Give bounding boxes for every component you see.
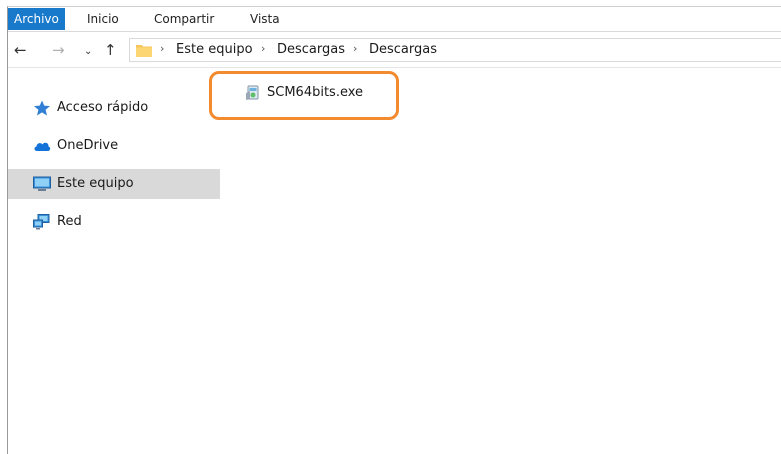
sidebar-item-este-equipo[interactable]: Este equipo: [8, 169, 220, 199]
file-name: SCM64bits.exe: [267, 85, 364, 100]
installer-icon: [246, 85, 259, 100]
tab-compartir[interactable]: Compartir: [154, 9, 214, 29]
cloud-icon: [34, 142, 51, 151]
file-explorer-window: Archivo Inicio Compartir Vista ← → ⌄ ↑ ›…: [7, 6, 781, 454]
forward-arrow-icon[interactable]: →: [52, 41, 65, 59]
folder-icon: [136, 45, 152, 57]
address-bar[interactable]: › Este equipo › Descargas › Descargas: [129, 38, 781, 62]
ribbon-divider: [8, 31, 781, 32]
sidebar-item-label: Red: [57, 214, 82, 229]
breadcrumb-descargas[interactable]: Descargas: [277, 42, 345, 57]
recent-locations-chevron-icon[interactable]: ⌄: [84, 43, 92, 61]
breadcrumb-descargas-current[interactable]: Descargas: [369, 42, 437, 57]
sidebar-item-label: Este equipo: [57, 176, 134, 191]
back-arrow-icon[interactable]: ←: [14, 41, 27, 59]
navigation-bar: ← → ⌄ ↑ › Este equipo › Descargas › Desc…: [8, 35, 781, 65]
breadcrumb-separator-icon: ›: [160, 42, 165, 55]
tab-vista[interactable]: Vista: [250, 9, 280, 29]
sidebar-item-label: Acceso rápido: [57, 100, 149, 115]
up-arrow-icon[interactable]: ↑: [104, 41, 117, 59]
network-icon: [33, 214, 50, 230]
breadcrumb-este-equipo[interactable]: Este equipo: [176, 42, 253, 57]
sidebar-item-acceso-rapido[interactable]: Acceso rápido: [8, 93, 220, 123]
breadcrumb-separator-icon: ›: [261, 42, 266, 55]
navigation-divider: [8, 67, 781, 68]
computer-icon: [33, 176, 51, 191]
star-icon: [34, 100, 50, 116]
sidebar-item-onedrive[interactable]: OneDrive: [8, 131, 220, 161]
navigation-pane: Acceso rápido OneDrive Este equipo Red: [8, 87, 220, 267]
tab-archivo[interactable]: Archivo: [8, 8, 65, 30]
ribbon-tabs: Archivo Inicio Compartir Vista: [8, 7, 781, 31]
sidebar-item-label: OneDrive: [57, 138, 119, 153]
breadcrumb-separator-icon: ›: [353, 42, 358, 55]
tab-inicio[interactable]: Inicio: [87, 9, 119, 29]
sidebar-item-red[interactable]: Red: [8, 207, 220, 237]
